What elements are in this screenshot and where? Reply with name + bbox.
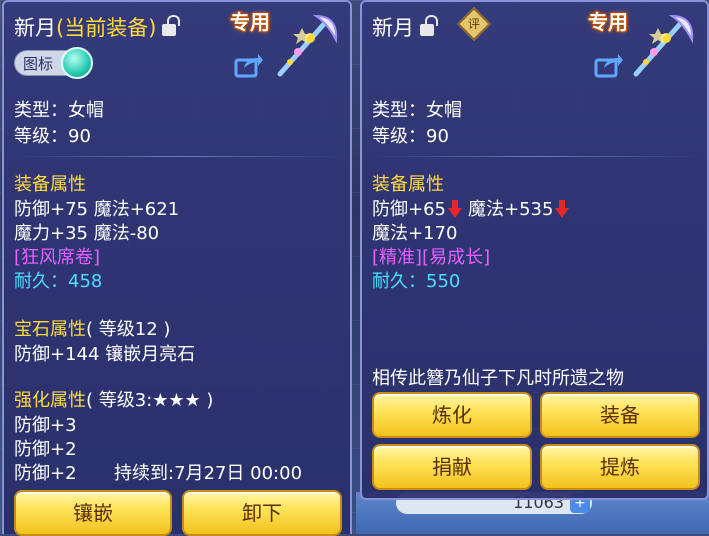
extract-button[interactable]: 提炼 [540, 444, 700, 490]
strengthen-level: ( 等级3:★★★ ) [86, 390, 214, 411]
special-effect: [狂风席卷] [14, 247, 101, 268]
icon-toggle-label: 图标 [23, 55, 54, 73]
attr-magic: 魔法+535 [468, 199, 554, 220]
item-title: 新月 [372, 12, 438, 42]
refine-button[interactable]: 炼化 [372, 392, 532, 438]
rating-icon[interactable]: 评 [457, 7, 491, 41]
strengthen-line: 防御+3 [14, 415, 77, 436]
equipped-item-tooltip: 新月(当前装备) 专用 图标 类型：女帽 等级：90 装备属性 防御+75 魔法… [2, 0, 352, 536]
icon-toggle[interactable]: 图标 [14, 47, 93, 79]
toggle-knob [61, 47, 93, 79]
item-level: 等级：90 [14, 126, 91, 147]
item-type: 类型：女帽 [14, 100, 104, 121]
unequip-button[interactable]: 卸下 [182, 490, 342, 536]
attr-line: 防御+75 魔法+621 [14, 199, 180, 220]
decrease-arrow-icon [448, 200, 462, 218]
share-icon[interactable] [234, 52, 264, 78]
item-name: 新月 [14, 16, 56, 40]
item-description: 相传此簪乃仙子下凡时所遗之物 [372, 368, 624, 389]
strengthen-attr-header: 强化属性( 等级3:★★★ ) [14, 386, 213, 412]
durability: 耐久：458 [14, 267, 102, 293]
equip-attr-header: 装备属性 [14, 174, 86, 195]
attr-line: 魔法+170 [372, 223, 458, 244]
equipped-tag: (当前装备) [56, 16, 157, 40]
divider [14, 156, 344, 157]
unlock-icon[interactable] [420, 15, 438, 36]
gem-attr-line: 防御+144 镶嵌月亮石 [14, 344, 196, 365]
strengthen-line: 防御+2 [14, 463, 77, 484]
durability-label: 耐久： [14, 271, 68, 292]
attr-defense: 防御+65 [372, 199, 446, 220]
attr-line: 魔力+35 魔法-80 [14, 223, 160, 244]
exclusive-label: 专用 [230, 10, 270, 34]
gem-attr-header: 宝石属性( 等级12 ) [14, 315, 170, 341]
donate-button[interactable]: 捐献 [372, 444, 532, 490]
share-icon[interactable] [594, 52, 624, 78]
item-level: 等级：90 [372, 126, 449, 147]
durability-value: 458 [68, 271, 103, 292]
special-effect: [精准][易成长] [372, 247, 491, 268]
exclusive-label: 专用 [588, 10, 628, 34]
rating-icon-label: 评 [467, 17, 480, 31]
inlay-button[interactable]: 镶嵌 [14, 490, 172, 536]
decrease-arrow-icon [555, 200, 570, 218]
equip-button[interactable]: 装备 [540, 392, 700, 438]
item-name: 新月 [372, 16, 414, 40]
durability-value: 550 [426, 271, 461, 292]
hairpin-item-icon [277, 14, 338, 77]
hairpin-item-icon [633, 14, 694, 77]
attr-line: 防御+65 魔法+535 [372, 195, 575, 221]
item-type: 类型：女帽 [372, 100, 462, 121]
equip-attr-header: 装备属性 [372, 174, 444, 195]
strengthen-line: 防御+2 [14, 439, 77, 460]
compare-item-tooltip: 新月 评 专用 类型：女帽 等级：90 装备属性 防御+65 魔法+535 魔法+… [360, 0, 709, 500]
strengthen-duration: 持续到:7月27日 00:00 [114, 463, 303, 484]
gem-level: ( 等级12 ) [86, 319, 171, 340]
unlock-icon[interactable] [162, 15, 181, 36]
durability: 耐久：550 [372, 267, 460, 293]
durability-label: 耐久： [372, 271, 426, 292]
strengthen-header: 强化属性 [14, 390, 86, 411]
divider [372, 156, 702, 157]
item-title: 新月(当前装备) [14, 12, 181, 42]
gem-header: 宝石属性 [14, 319, 86, 340]
